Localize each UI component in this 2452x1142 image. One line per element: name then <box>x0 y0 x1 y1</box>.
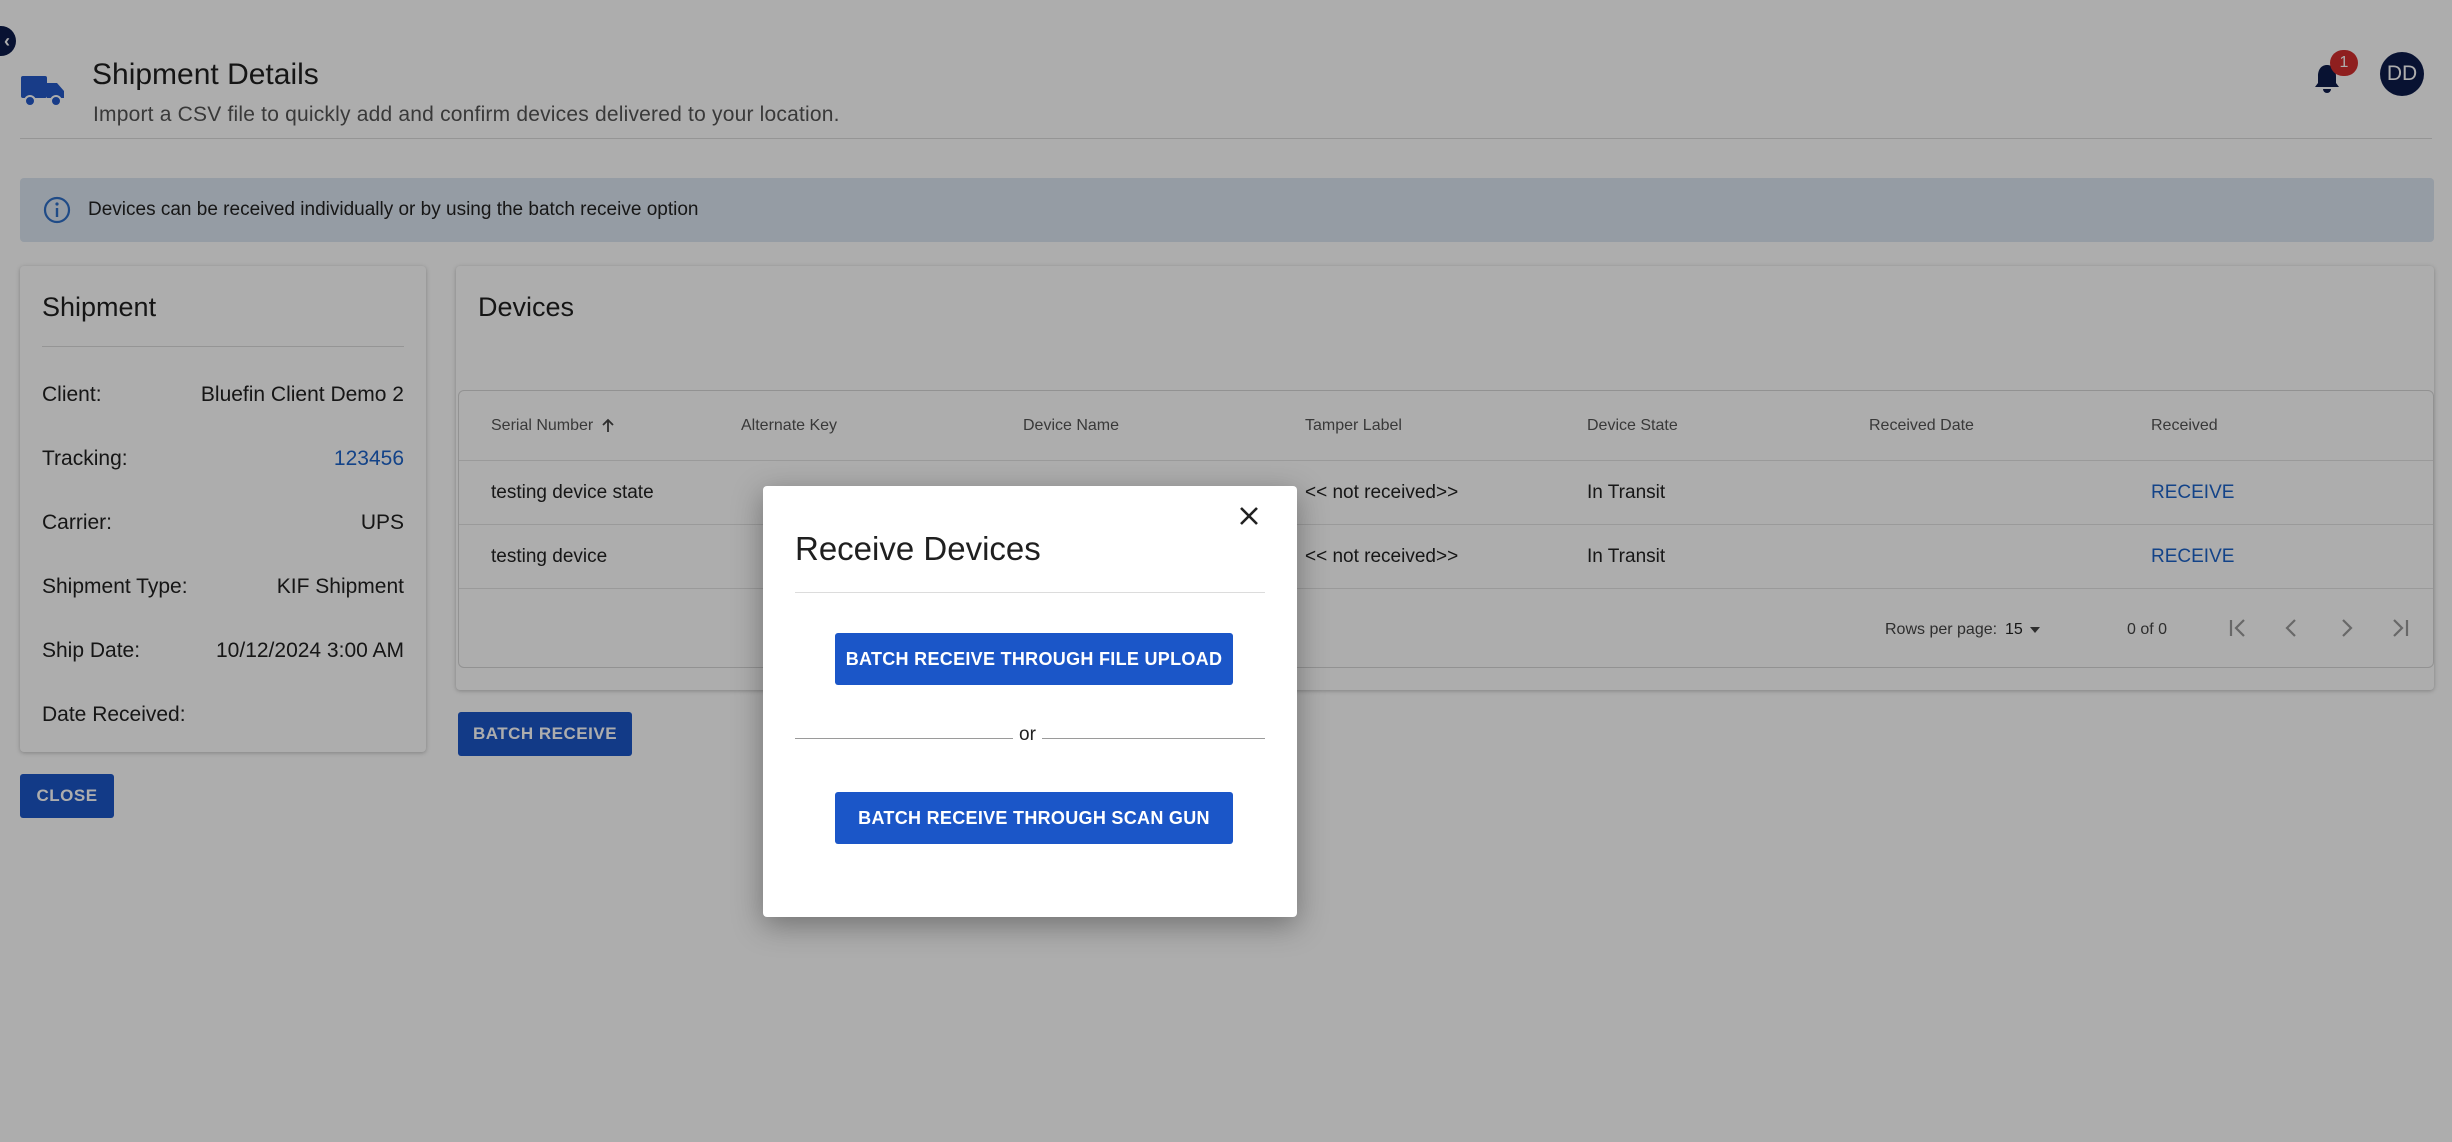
batch-receive-file-upload-button[interactable]: BATCH RECEIVE THROUGH FILE UPLOAD <box>835 633 1233 685</box>
close-icon[interactable] <box>1233 500 1265 532</box>
dialog-title: Receive Devices <box>795 530 1041 567</box>
receive-devices-dialog: Receive Devices BATCH RECEIVE THROUGH FI… <box>763 486 1297 917</box>
dialog-divider <box>795 592 1265 593</box>
batch-receive-scan-gun-button[interactable]: BATCH RECEIVE THROUGH SCAN GUN <box>835 792 1233 844</box>
or-label: or <box>1013 724 1042 746</box>
